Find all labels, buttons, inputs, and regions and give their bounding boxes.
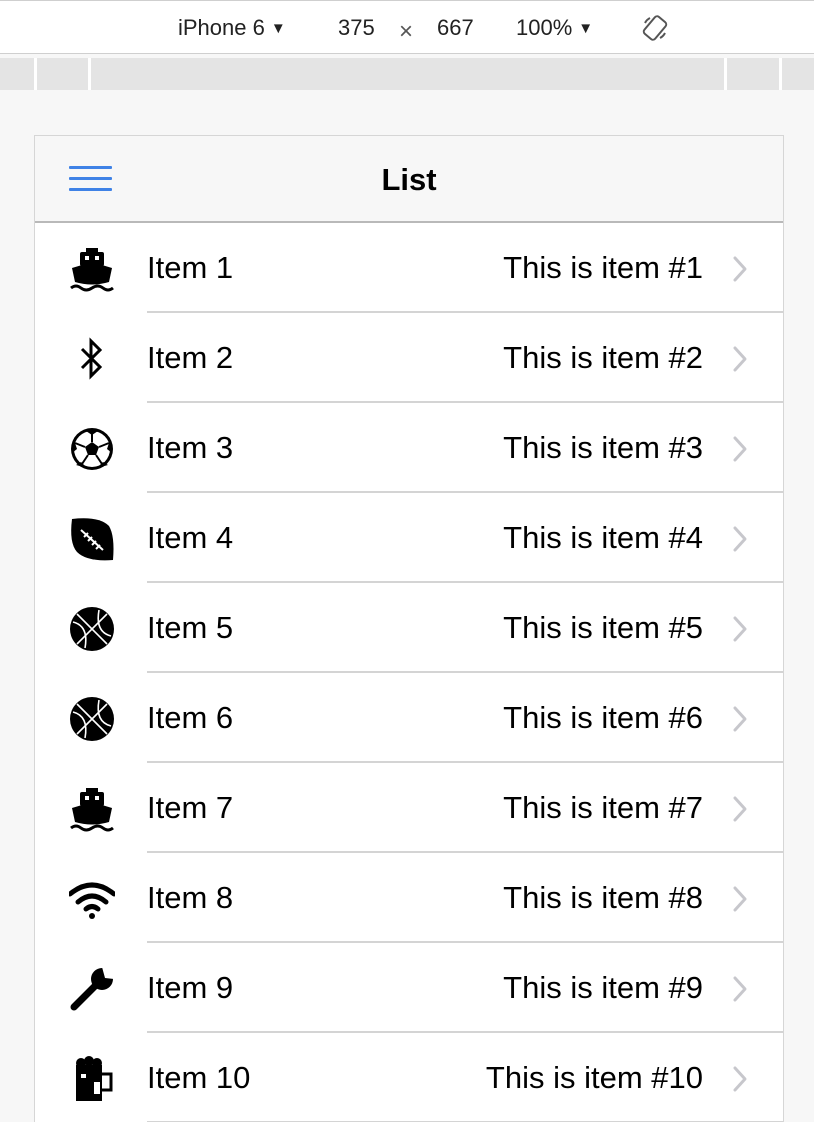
item-label: Item 6 [147, 700, 234, 735]
chevron-right-icon [732, 435, 748, 463]
page-title: List [381, 162, 437, 197]
wifi-icon [67, 876, 117, 922]
american-football-icon [69, 516, 115, 562]
dropdown-arrow-icon: ▼ [270, 20, 286, 37]
item-detail: This is item #7 [503, 790, 703, 825]
item-label: Item 2 [147, 340, 234, 375]
item-label: Item 1 [147, 250, 234, 285]
item-label: Item 7 [147, 790, 234, 825]
chevron-right-icon [732, 255, 748, 283]
list-item[interactable]: Item 4 This is item #4 [35, 493, 783, 583]
ship-icon [69, 786, 115, 832]
chevron-right-icon [732, 795, 748, 823]
item-label: Item 4 [147, 520, 234, 555]
device-select[interactable]: iPhone 6 ▼ [178, 15, 286, 41]
item-detail: This is item #2 [503, 340, 703, 375]
media-query-ruler [0, 58, 814, 90]
list-item[interactable]: Item 6 This is item #6 [35, 673, 783, 763]
list-item[interactable]: Item 2 This is item #2 [35, 313, 783, 403]
device-toolbar: iPhone 6 ▼ 375 × 667 100% ▼ [0, 0, 814, 54]
item-detail: This is item #8 [503, 880, 703, 915]
phone-viewport: List Item 1 This is item #1 Item 2 This is … [34, 135, 784, 1122]
list-item[interactable]: Item 9 This is item #9 [35, 943, 783, 1033]
chevron-right-icon [732, 1065, 748, 1093]
item-detail: This is item #10 [485, 1060, 703, 1095]
chevron-right-icon [732, 345, 748, 373]
item-detail: This is item #4 [503, 520, 703, 555]
bluetooth-icon [69, 336, 115, 382]
item-label: Item 9 [147, 970, 234, 1005]
chevron-right-icon [732, 525, 748, 553]
basketball-icon [69, 606, 115, 652]
dropdown-arrow-icon: ▼ [578, 20, 594, 37]
soccer-ball-icon [69, 426, 115, 472]
navigation-bar: List [35, 136, 783, 223]
item-detail: This is item #6 [503, 700, 703, 735]
chevron-right-icon [732, 885, 748, 913]
width-field[interactable]: 375 [338, 15, 375, 41]
item-list: Item 1 This is item #1 Item 2 This is item … [35, 223, 783, 1122]
beer-mug-icon [69, 1056, 115, 1102]
list-item[interactable]: Item 1 This is item #1 [35, 223, 783, 313]
list-item[interactable]: Item 5 This is item #5 [35, 583, 783, 673]
ship-icon [69, 246, 115, 292]
list-item[interactable]: Item 10 This is item #10 [35, 1033, 783, 1122]
zoom-select[interactable]: 100% ▼ [516, 15, 593, 41]
list-item[interactable]: Item 7 This is item #7 [35, 763, 783, 853]
basketball-icon [69, 696, 115, 742]
chevron-right-icon [732, 615, 748, 643]
wrench-icon [69, 966, 115, 1012]
height-field[interactable]: 667 [437, 15, 474, 41]
item-label: Item 5 [147, 610, 234, 645]
chevron-right-icon [732, 975, 748, 1003]
item-detail: This is item #1 [503, 250, 703, 285]
item-detail: This is item #5 [503, 610, 703, 645]
item-label: Item 3 [147, 430, 234, 465]
rotate-icon[interactable] [641, 14, 669, 42]
list-item[interactable]: Item 8 This is item #8 [35, 853, 783, 943]
chevron-right-icon [732, 705, 748, 733]
item-detail: This is item #3 [503, 430, 703, 465]
item-label: Item 10 [147, 1060, 251, 1095]
item-label: Item 8 [147, 880, 234, 915]
list-item[interactable]: Item 3 This is item #3 [35, 403, 783, 493]
item-detail: This is item #9 [503, 970, 703, 1005]
times-sign: × [399, 18, 414, 45]
